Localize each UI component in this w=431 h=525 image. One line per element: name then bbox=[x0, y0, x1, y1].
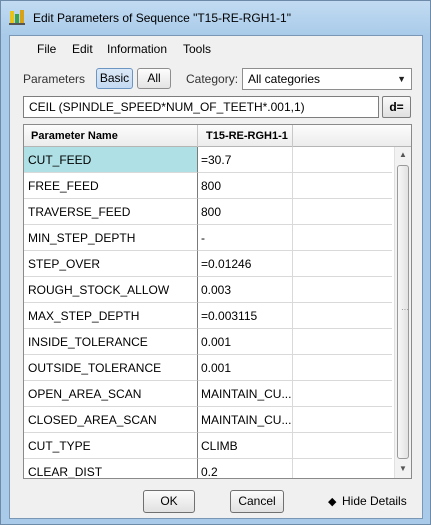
parameter-value-cell[interactable]: 0.003 bbox=[198, 277, 293, 303]
filter-row: Parameters Basic All Category: All categ… bbox=[10, 68, 422, 92]
menu-tools[interactable]: Tools bbox=[183, 42, 211, 56]
table-row[interactable]: CLOSED_AREA_SCAN MAINTAIN_CU... bbox=[24, 407, 392, 433]
vertical-scrollbar[interactable]: ▲ ··· ▼ bbox=[394, 147, 411, 478]
empty-cell bbox=[293, 459, 392, 478]
empty-cell bbox=[293, 381, 392, 407]
parameter-name-cell[interactable]: TRAVERSE_FEED bbox=[24, 199, 198, 225]
parameter-name-cell[interactable]: ROUGH_STOCK_ALLOW bbox=[24, 277, 198, 303]
empty-cell bbox=[293, 329, 392, 355]
empty-cell bbox=[293, 355, 392, 381]
parameter-table: Parameter Name T15-RE-RGH1-1 CUT_FEED =30… bbox=[23, 124, 412, 479]
dialog-footer: OK Cancel ◆ Hide Details bbox=[10, 488, 422, 518]
all-button[interactable]: All bbox=[137, 68, 171, 89]
category-value: All categories bbox=[248, 72, 321, 86]
menu-edit[interactable]: Edit bbox=[72, 42, 93, 56]
table-row[interactable]: MAX_STEP_DEPTH =0.003115 bbox=[24, 303, 392, 329]
window-title: Edit Parameters of Sequence "T15-RE-RGH1… bbox=[33, 11, 291, 25]
column-header-sequence[interactable]: T15-RE-RGH1-1 bbox=[198, 125, 293, 147]
scroll-down-icon[interactable]: ▼ bbox=[395, 461, 411, 477]
hide-details-label: Hide Details bbox=[342, 494, 407, 508]
empty-cell bbox=[293, 147, 392, 173]
table-row[interactable]: TRAVERSE_FEED 800 bbox=[24, 199, 392, 225]
table-row[interactable]: INSIDE_TOLERANCE 0.001 bbox=[24, 329, 392, 355]
parameter-value-cell[interactable]: - bbox=[198, 225, 293, 251]
grip-icon: ··· bbox=[401, 305, 409, 314]
relation-button[interactable]: d= bbox=[382, 96, 411, 118]
empty-cell bbox=[293, 199, 392, 225]
menu-information[interactable]: Information bbox=[107, 42, 167, 56]
parameter-name-cell[interactable]: MAX_STEP_DEPTH bbox=[24, 303, 198, 329]
basic-button[interactable]: Basic bbox=[96, 68, 133, 89]
empty-cell bbox=[293, 407, 392, 433]
empty-cell bbox=[293, 251, 392, 277]
empty-cell bbox=[293, 433, 392, 459]
table-row[interactable]: ROUGH_STOCK_ALLOW 0.003 bbox=[24, 277, 392, 303]
edit-parameters-window: Edit Parameters of Sequence "T15-RE-RGH1… bbox=[0, 0, 431, 525]
empty-cell bbox=[293, 303, 392, 329]
scroll-thumb[interactable]: ··· bbox=[397, 165, 409, 459]
empty-cell bbox=[293, 173, 392, 199]
parameter-name-cell[interactable]: OUTSIDE_TOLERANCE bbox=[24, 355, 198, 381]
ok-button[interactable]: OK bbox=[143, 490, 195, 513]
parameter-value-cell[interactable]: 0.2 bbox=[198, 459, 293, 478]
parameters-label: Parameters bbox=[23, 72, 86, 86]
parameter-value-cell[interactable]: CLIMB bbox=[198, 433, 293, 459]
parameter-name-cell[interactable]: CLOSED_AREA_SCAN bbox=[24, 407, 198, 433]
parameter-value-cell[interactable]: MAINTAIN_CU... bbox=[198, 381, 293, 407]
category-label: Category: bbox=[186, 72, 239, 86]
parameter-name-cell[interactable]: CUT_FEED bbox=[24, 147, 198, 173]
parameter-name-cell[interactable]: INSIDE_TOLERANCE bbox=[24, 329, 198, 355]
parameter-name-cell[interactable]: MIN_STEP_DEPTH bbox=[24, 225, 198, 251]
parameter-value-cell[interactable]: 0.001 bbox=[198, 355, 293, 381]
cancel-button[interactable]: Cancel bbox=[230, 490, 284, 513]
chevron-down-icon: ▼ bbox=[397, 74, 406, 84]
parameter-value-cell[interactable]: =30.7 bbox=[198, 147, 293, 173]
table-row[interactable]: OUTSIDE_TOLERANCE 0.001 bbox=[24, 355, 392, 381]
table-row[interactable]: OPEN_AREA_SCAN MAINTAIN_CU... bbox=[24, 381, 392, 407]
table-header: Parameter Name T15-RE-RGH1-1 bbox=[24, 125, 411, 147]
menu-bar: File Edit Information Tools bbox=[10, 36, 422, 62]
table-row[interactable]: FREE_FEED 800 bbox=[24, 173, 392, 199]
category-select[interactable]: All categories ▼ bbox=[242, 68, 412, 90]
table-row[interactable]: CLEAR_DIST 0.2 bbox=[24, 459, 392, 478]
table-row[interactable]: CUT_FEED =30.7 bbox=[24, 147, 392, 173]
parameter-value-cell[interactable]: 0.001 bbox=[198, 329, 293, 355]
column-header-parameter-name[interactable]: Parameter Name bbox=[24, 125, 198, 147]
dialog-client-area: File Edit Information Tools Parameters B… bbox=[9, 35, 423, 519]
parameter-name-cell[interactable]: CUT_TYPE bbox=[24, 433, 198, 459]
parameter-value-cell[interactable]: MAINTAIN_CU... bbox=[198, 407, 293, 433]
parameter-value-cell[interactable]: =0.01246 bbox=[198, 251, 293, 277]
collapse-arrow-icon: ◆ bbox=[328, 496, 337, 508]
parameter-name-cell[interactable]: FREE_FEED bbox=[24, 173, 198, 199]
scroll-up-icon[interactable]: ▲ bbox=[395, 147, 411, 163]
title-bar[interactable]: Edit Parameters of Sequence "T15-RE-RGH1… bbox=[1, 1, 430, 35]
parameter-value-cell[interactable]: 800 bbox=[198, 173, 293, 199]
empty-cell bbox=[293, 225, 392, 251]
table-row[interactable]: MIN_STEP_DEPTH - bbox=[24, 225, 392, 251]
parameter-value-cell[interactable]: 800 bbox=[198, 199, 293, 225]
table-row[interactable]: CUT_TYPE CLIMB bbox=[24, 433, 392, 459]
parameter-name-cell[interactable]: STEP_OVER bbox=[24, 251, 198, 277]
empty-cell bbox=[293, 277, 392, 303]
parameter-value-cell[interactable]: =0.003115 bbox=[198, 303, 293, 329]
parameter-name-cell[interactable]: OPEN_AREA_SCAN bbox=[24, 381, 198, 407]
formula-input[interactable]: CEIL (SPINDLE_SPEED*NUM_OF_TEETH*.001,1) bbox=[23, 96, 379, 118]
menu-file[interactable]: File bbox=[37, 42, 56, 56]
app-icon bbox=[9, 10, 25, 25]
table-row[interactable]: STEP_OVER =0.01246 bbox=[24, 251, 392, 277]
parameter-name-cell[interactable]: CLEAR_DIST bbox=[24, 459, 198, 478]
hide-details-link[interactable]: ◆ Hide Details bbox=[328, 494, 407, 508]
